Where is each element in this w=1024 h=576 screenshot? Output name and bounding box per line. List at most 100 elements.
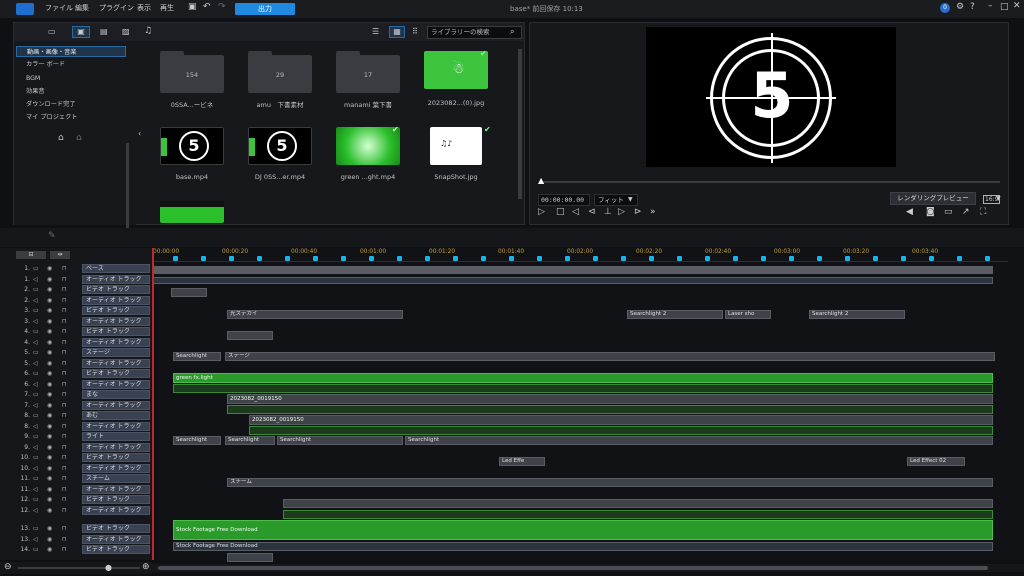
lock-icon[interactable]: ⊓	[62, 496, 67, 503]
chapter-marker[interactable]	[509, 256, 514, 261]
chapter-marker[interactable]	[621, 256, 626, 261]
visibility-icon[interactable]: ◉	[47, 370, 52, 377]
green-image-thumb[interactable]: ☃ ✔	[424, 49, 488, 89]
track-header[interactable]: 3. ◁ ◉ ⊓ オーディオ トラック	[0, 316, 152, 327]
folder-thumb[interactable]: 17	[336, 51, 400, 93]
fit-timeline-button[interactable]: ⇹	[50, 251, 70, 259]
clip[interactable]: 2023082_0019150	[227, 394, 993, 404]
redo-icon[interactable]: ↷	[218, 2, 226, 12]
play-icon[interactable]: ▷	[538, 207, 545, 217]
track-name[interactable]: ビデオ トラック	[82, 453, 150, 462]
visibility-icon[interactable]: ◉	[47, 423, 52, 430]
snapshot-icon[interactable]: ◙	[926, 207, 935, 217]
chapter-marker[interactable]	[453, 256, 458, 261]
track-name[interactable]: ステージ	[82, 348, 150, 357]
timeline-ruler[interactable]: 00:00:00 00:00:20 00:00:40 00:01:00 00:01:20…	[153, 248, 1008, 262]
lock-icon[interactable]: ⊓	[62, 391, 67, 398]
track-header[interactable]: 1. ◁ ◉ ⊓ オーディオ トラック	[0, 274, 152, 285]
lock-icon[interactable]: ⊓	[62, 525, 67, 532]
track-name[interactable]: オーディオ トラック	[82, 400, 150, 410]
video-filter-icon[interactable]: ▣	[72, 26, 90, 38]
audio-clip[interactable]	[153, 277, 993, 284]
popout-icon[interactable]: ↗	[962, 207, 970, 217]
track-name[interactable]: オーディオ トラック	[82, 505, 150, 515]
gear-icon[interactable]: ⚙	[956, 2, 964, 12]
track-name[interactable]: オーディオ トラック	[82, 295, 150, 305]
chapter-marker[interactable]	[733, 256, 738, 261]
chapter-marker[interactable]	[369, 256, 374, 261]
track-name[interactable]: オーディオ トラック	[82, 379, 150, 389]
visibility-icon[interactable]: ◉	[47, 381, 52, 388]
music-filter-icon[interactable]: ♫	[144, 26, 152, 36]
track-header[interactable]: 8. ◁ ◉ ⊓ オーディオ トラック	[0, 421, 152, 432]
track-name[interactable]: あむ	[82, 411, 150, 420]
green-light-video-thumb[interactable]: ✔	[336, 125, 400, 165]
visibility-icon[interactable]: ◉	[47, 349, 52, 356]
lock-icon[interactable]: ⊓	[62, 276, 67, 283]
track-header[interactable]: 4. ◁ ◉ ⊓ オーディオ トラック	[0, 337, 152, 348]
track-name[interactable]: オーディオ トラック	[82, 484, 150, 494]
audio-clip[interactable]	[249, 426, 993, 435]
clip[interactable]: Searchlight 2	[809, 310, 905, 319]
filmstrip-filter-icon[interactable]: ▤	[100, 27, 108, 36]
green-crowd-thumb[interactable]	[160, 201, 224, 223]
playhead[interactable]	[152, 248, 154, 560]
lock-icon[interactable]: ⊓	[62, 360, 67, 367]
lock-icon[interactable]: ⊓	[62, 507, 67, 514]
track-name[interactable]: オーディオ トラック	[82, 316, 150, 326]
visibility-icon[interactable]: ◉	[47, 486, 52, 493]
chapter-marker[interactable]	[313, 256, 318, 261]
track-name[interactable]: ビデオ トラック	[82, 306, 150, 315]
lock-icon[interactable]: ⊓	[62, 286, 67, 293]
clip[interactable]: Searchlight 2	[627, 310, 723, 319]
lock-icon[interactable]: ⊓	[62, 339, 67, 346]
clip[interactable]: 光ステカイ	[227, 310, 403, 319]
track-header[interactable]: 14. ▭ ◉ ⊓ ビデオ トラック	[0, 545, 152, 555]
menu-edit[interactable]: 編集	[75, 3, 89, 13]
menu-file[interactable]: ファイル	[45, 3, 73, 13]
track-header[interactable]: 2. ▭ ◉ ⊓ ビデオ トラック	[0, 285, 152, 295]
dj-video-thumb[interactable]: 5	[248, 127, 312, 165]
chapter-marker[interactable]	[873, 256, 878, 261]
clip[interactable]: Searchlight	[277, 436, 403, 445]
search-icon[interactable]: ⌕	[510, 27, 514, 37]
chevron-down-icon[interactable]: ▼	[996, 195, 1001, 202]
minimize-icon[interactable]: –	[988, 1, 993, 11]
lock-icon[interactable]: ⊓	[62, 307, 67, 314]
menu-view[interactable]: 表示	[137, 3, 151, 13]
track-name[interactable]: オーディオ トラック	[82, 421, 150, 431]
lock-icon[interactable]: ⊓	[62, 318, 67, 325]
large-grid-icon[interactable]: ⠿	[412, 27, 418, 36]
lock-icon[interactable]: ⊓	[62, 423, 67, 430]
track-header[interactable]: 5. ◁ ◉ ⊓ オーディオ トラック	[0, 358, 152, 369]
track-header[interactable]: 11. ◁ ◉ ⊓ オーディオ トラック	[0, 484, 152, 495]
visibility-icon[interactable]: ◉	[47, 465, 52, 472]
visibility-icon[interactable]: ◉	[47, 433, 52, 440]
audio-clip[interactable]	[283, 510, 993, 519]
lock-icon[interactable]: ⊓	[62, 349, 67, 356]
visibility-icon[interactable]: ◉	[47, 328, 52, 335]
preview-seekbar[interactable]	[540, 181, 1000, 183]
sidebar-item-colorboard[interactable]: カラー ボード	[16, 59, 126, 70]
timecode-display[interactable]: 00:00:00.00	[538, 194, 590, 206]
chevron-down-icon[interactable]: ▼	[628, 196, 633, 203]
lock-icon[interactable]: ⊓	[62, 465, 67, 472]
visibility-icon[interactable]: ◉	[47, 454, 52, 461]
track-header[interactable]: 6. ▭ ◉ ⊓ ビデオ トラック	[0, 369, 152, 379]
zoom-slider[interactable]	[18, 567, 140, 569]
timeline-scrollbar[interactable]	[152, 564, 1024, 572]
folder-thumb[interactable]: 29	[248, 51, 312, 93]
snapshot-thumb[interactable]: ♫♪ ✔	[430, 125, 491, 165]
track-header[interactable]: 11. ▭ ◉ ⊓ スチーム	[0, 474, 152, 484]
visibility-icon[interactable]: ◉	[47, 286, 52, 293]
track-header[interactable]: 1. ▭ ◉ ⊓ ベース	[0, 264, 152, 274]
track-name[interactable]: ライト	[82, 432, 150, 441]
visibility-icon[interactable]: ◉	[47, 318, 52, 325]
green-clip[interactable]: green fx.light	[173, 373, 993, 383]
account-icon[interactable]: 0	[940, 3, 950, 13]
chapter-marker[interactable]	[481, 256, 486, 261]
track-manager-button[interactable]: ⊟	[16, 251, 46, 259]
track-header[interactable]: 13. ▭ ◉ ⊓ ビデオ トラック	[0, 524, 152, 534]
split-icon[interactable]: ⊥	[604, 207, 612, 217]
track-header[interactable]: 4. ▭ ◉ ⊓ ビデオ トラック	[0, 327, 152, 337]
